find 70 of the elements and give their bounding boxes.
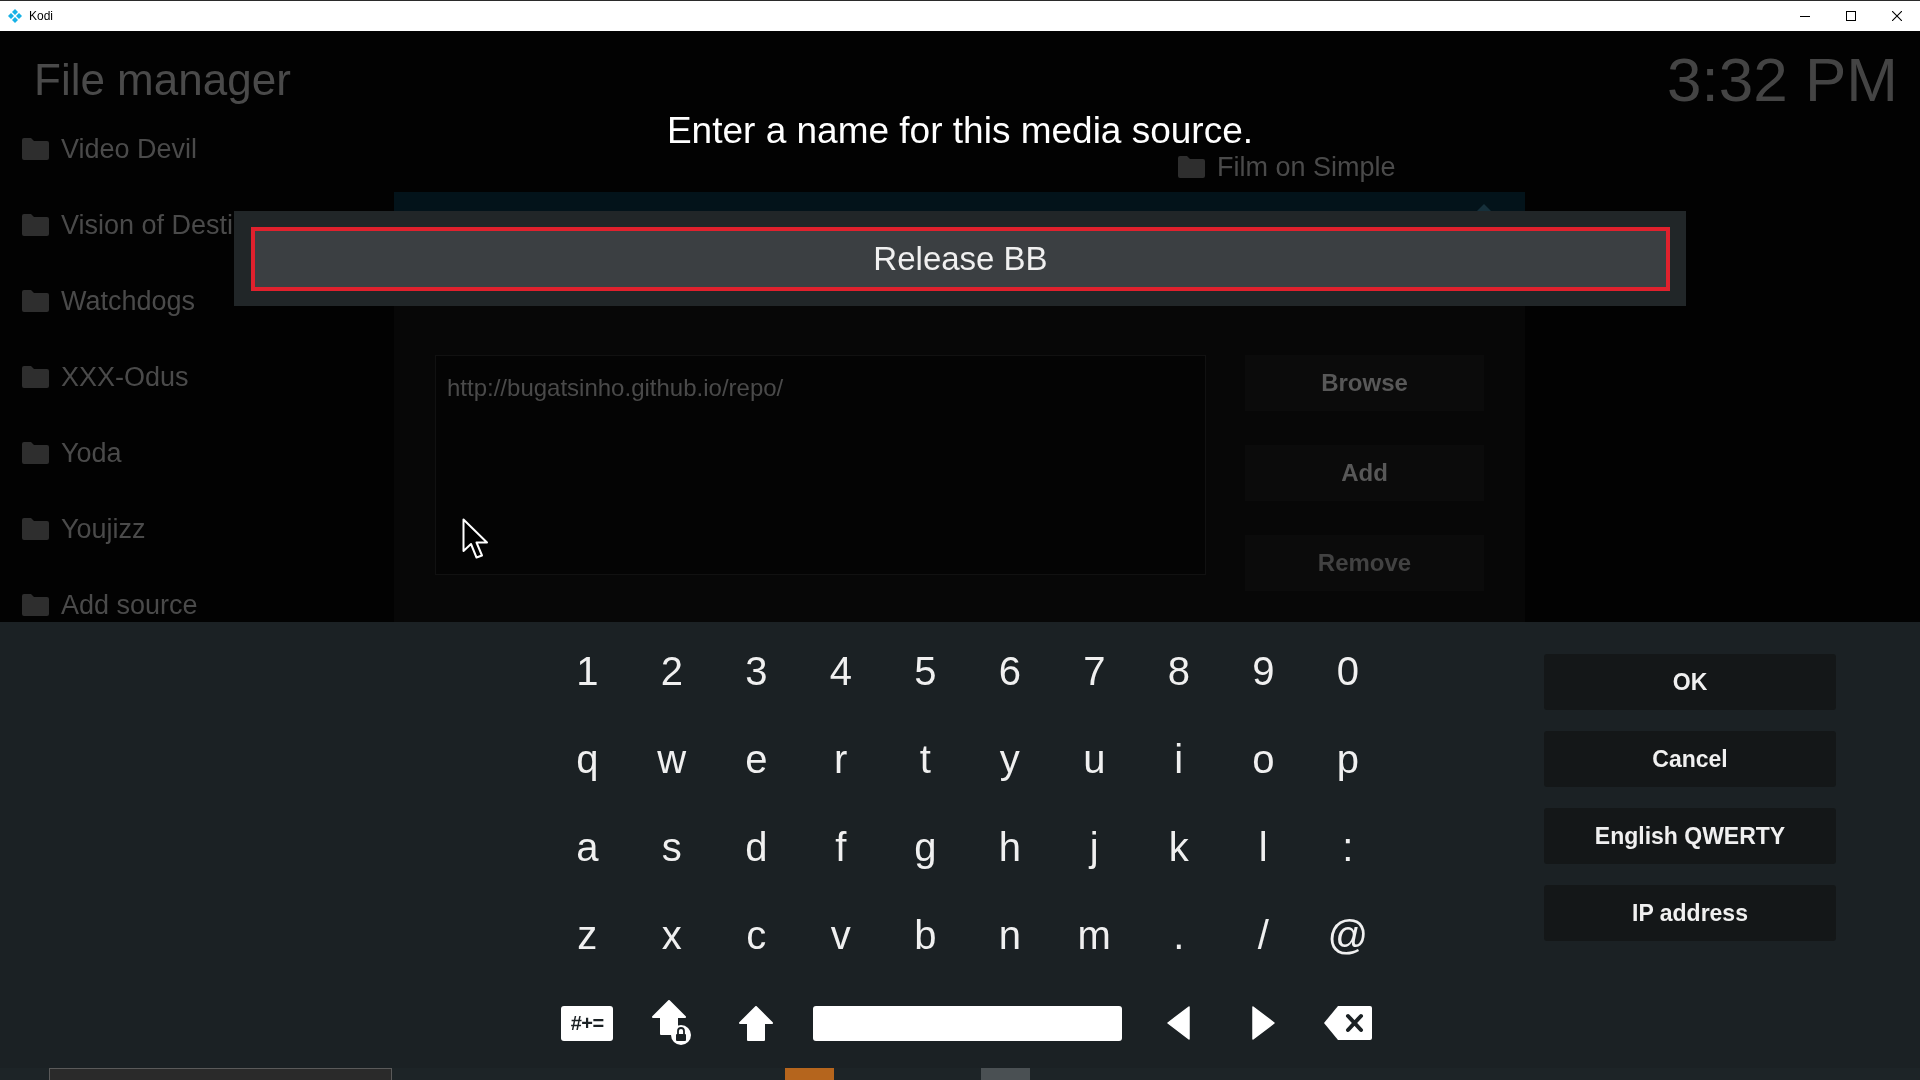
backspace-icon[interactable] — [1323, 1006, 1372, 1040]
close-icon[interactable] — [1892, 11, 1902, 21]
keyboard-key[interactable]: i — [1170, 736, 1188, 782]
keyboard-key[interactable]: t — [915, 736, 935, 782]
keyboard-key[interactable]: d — [741, 824, 772, 870]
app-logo-icon — [8, 9, 22, 23]
clock-text: 3:32 PM — [1667, 45, 1898, 115]
folder-icon — [22, 518, 49, 540]
folder-icon — [22, 138, 49, 160]
folder-icon — [22, 214, 49, 236]
maximize-icon[interactable] — [1846, 11, 1856, 21]
folder-icon — [22, 442, 49, 464]
keyboard-key[interactable]: 1 — [572, 648, 603, 694]
keyboard-key[interactable]: u — [1079, 736, 1110, 782]
keyboard-key[interactable]: z — [573, 912, 602, 958]
folder-icon — [1178, 156, 1205, 178]
keyboard-key[interactable]: 5 — [910, 648, 941, 694]
keyboard-key[interactable]: x — [657, 912, 686, 958]
keyboard-key[interactable]: e — [741, 736, 772, 782]
keyboard-key[interactable]: h — [994, 824, 1025, 870]
keyboard-key[interactable]: r — [830, 736, 852, 782]
keyboard-key[interactable]: s — [657, 824, 686, 870]
keyboard-key[interactable]: k — [1164, 824, 1193, 870]
keyboard-key[interactable]: f — [831, 824, 851, 870]
keyboard-action-button[interactable]: Cancel — [1544, 731, 1836, 787]
keyboard-key[interactable]: 6 — [994, 648, 1025, 694]
keyboard-key[interactable]: 0 — [1332, 648, 1363, 694]
keyboard-key[interactable]: / — [1253, 912, 1273, 958]
keyboard-action-button[interactable]: English QWERTY — [1544, 808, 1836, 864]
keyboard-key[interactable]: 4 — [825, 648, 856, 694]
keyboard-key[interactable]: 8 — [1163, 648, 1194, 694]
minimize-icon[interactable] — [1800, 15, 1810, 17]
folder-icon — [22, 290, 49, 312]
keyboard-key[interactable]: 2 — [656, 648, 687, 694]
keyboard-key[interactable]: . — [1169, 912, 1189, 958]
folder-icon — [22, 594, 49, 616]
keyboard-key[interactable]: m — [1073, 912, 1115, 958]
keyboard-action-button[interactable]: OK — [1544, 654, 1836, 710]
taskbar-search-field[interactable] — [49, 1068, 392, 1080]
keyboard-key[interactable]: b — [910, 912, 941, 958]
keyboard-key[interactable]: 9 — [1248, 648, 1279, 694]
keyboard-key[interactable]: p — [1332, 736, 1363, 782]
keyboard-key[interactable]: v — [826, 912, 855, 958]
caps-lock-icon[interactable] — [651, 1000, 692, 1046]
keyboard-key[interactable]: o — [1248, 736, 1279, 782]
keyboard-key[interactable]: g — [910, 824, 941, 870]
folder-icon — [22, 366, 49, 388]
right-arrow-icon[interactable] — [1251, 1006, 1275, 1040]
keyboard-key[interactable]: a — [572, 824, 603, 870]
keyboard-key[interactable]: y — [995, 736, 1024, 782]
page-title: File manager — [34, 55, 291, 105]
keyboard-key[interactable]: @ — [1323, 912, 1373, 958]
mouse-pointer-icon — [462, 518, 490, 561]
keyboard-key[interactable]: l — [1254, 824, 1272, 870]
space-key[interactable] — [813, 1005, 1122, 1041]
shift-icon[interactable] — [739, 1005, 774, 1041]
keyboard-key[interactable]: c — [742, 912, 771, 958]
window-title: Kodi — [29, 9, 54, 23]
keyboard-key[interactable]: 3 — [741, 648, 772, 694]
keyboard-key[interactable]: q — [572, 736, 603, 782]
keyboard-key[interactable]: w — [653, 736, 691, 782]
symbols-key[interactable]: #+= — [561, 1005, 614, 1041]
keyboard-key[interactable]: 7 — [1079, 648, 1110, 694]
name-input-field[interactable]: Release BB — [251, 227, 1670, 291]
left-arrow-icon[interactable] — [1167, 1006, 1191, 1040]
keyboard-key[interactable]: j — [1085, 824, 1103, 870]
dialog-heading: Enter a name for this media source. — [666, 109, 1254, 153]
keyboard-key[interactable]: : — [1338, 824, 1358, 870]
keyboard-action-button[interactable]: IP address — [1544, 885, 1836, 941]
keyboard-key[interactable]: n — [994, 912, 1025, 958]
